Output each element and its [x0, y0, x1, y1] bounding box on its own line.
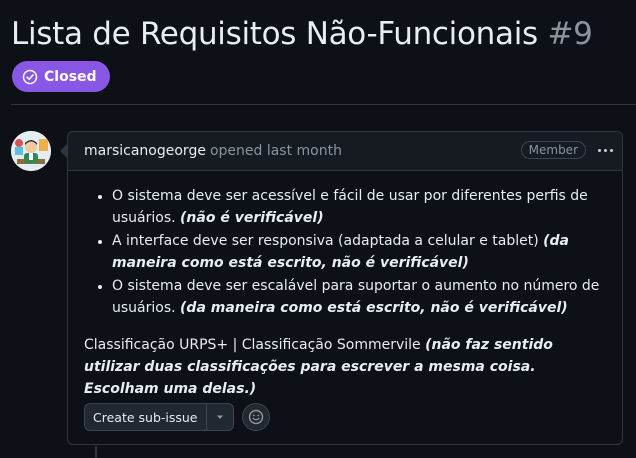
issue-comment: marsicanogeorge opened last month Member… [60, 131, 623, 445]
paragraph-text: Classificação URPS+ | Classificação Somm… [84, 337, 426, 353]
user-avatar-icon [11, 131, 51, 171]
create-sub-issue-split-button: Create sub-issue [84, 403, 234, 431]
check-circle-icon [22, 69, 38, 84]
comment-header: marsicanogeorge opened last month Member [68, 132, 622, 171]
classification-paragraph: Classificação URPS+ | Classificação Somm… [84, 334, 606, 400]
create-sub-issue-button[interactable]: Create sub-issue [85, 404, 207, 430]
issue-state-label: Closed [44, 68, 97, 85]
comment-actions: Create sub-issue [84, 403, 270, 431]
issue-number: #9 [547, 16, 593, 52]
comment-author-link[interactable]: marsicanogeorge [84, 143, 206, 159]
issue-title: Lista de Requisitos Não-Funcionais #9 [11, 12, 593, 56]
member-badge: Member [520, 141, 586, 159]
triangle-down-icon [216, 415, 223, 419]
issue-state-badge: Closed [12, 61, 110, 92]
author-avatar[interactable] [11, 131, 51, 171]
comment-body: O sistema deve ser acessível e fácil de … [68, 171, 622, 400]
requirements-list: O sistema deve ser acessível e fácil de … [84, 185, 606, 319]
create-sub-issue-dropdown[interactable] [207, 404, 233, 430]
list-item-emphasis: (não é verificável) [180, 210, 324, 226]
list-item: O sistema deve ser escalável para suport… [112, 275, 606, 319]
header-divider [11, 104, 636, 105]
list-item: A interface deve ser responsiva (adaptad… [112, 230, 606, 274]
list-item: O sistema deve ser acessível e fácil de … [112, 185, 606, 229]
timeline-connector [95, 446, 97, 458]
list-item-emphasis: (da maneira como está escrito, não é ver… [180, 300, 568, 316]
add-reaction-button[interactable] [241, 403, 270, 431]
comment-timestamp[interactable]: opened last month [210, 143, 342, 159]
list-item-text: A interface deve ser responsiva (adaptad… [112, 233, 544, 249]
smiley-icon [248, 409, 263, 425]
issue-title-text: Lista de Requisitos Não-Funcionais [11, 16, 538, 52]
more-options-icon[interactable] [594, 141, 616, 159]
